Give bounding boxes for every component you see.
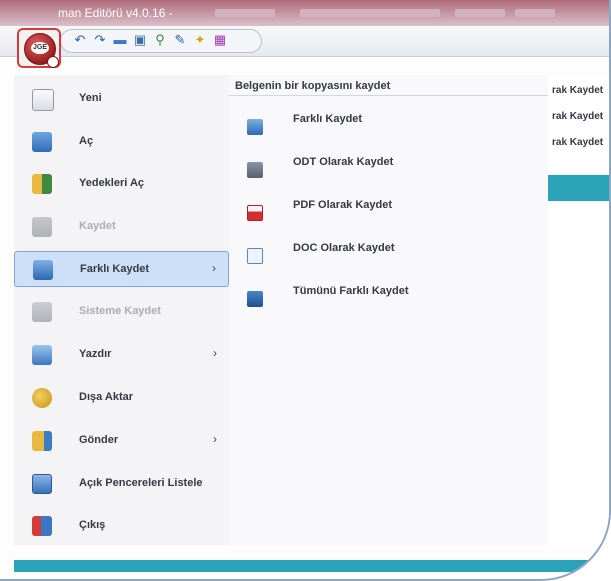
chevron-right-icon: › (212, 261, 216, 275)
menu-item-kaydet: Kaydet (14, 209, 229, 245)
submenu-item-label: Tümünü Farklı Kaydet (293, 285, 409, 297)
backup-icon (32, 174, 52, 194)
menu-item-disa-aktar[interactable]: Dışa Aktar (14, 380, 229, 416)
title-blur (300, 9, 440, 17)
export-icon (32, 388, 52, 408)
gear-icon (47, 56, 59, 68)
submenu-item-tumunu-farkli-kaydet[interactable]: Tümünü Farklı Kaydet (229, 277, 548, 315)
chevron-right-icon: › (213, 432, 217, 446)
odt-icon (247, 162, 263, 178)
chevron-right-icon: › (213, 346, 217, 360)
title-blur (215, 9, 275, 17)
save-as-icon (247, 119, 263, 135)
submenu-item-label: DOC Olarak Kaydet (293, 242, 395, 254)
undo-icon[interactable]: ↶ (72, 32, 88, 48)
toolbar: ↶ ↷ ▬ ▣ ⚲ ✎ ✦ ▦ (0, 26, 609, 57)
application-menu: Yeni Aç Yedekleri Aç Kaydet Farklı Kayde… (14, 75, 230, 545)
menu-item-label: Aç (79, 135, 94, 147)
menu-item-label: Yedekleri Aç (79, 177, 145, 189)
folder-icon[interactable]: ▬ (112, 32, 128, 48)
status-bar (14, 560, 609, 572)
save-as-icon (33, 260, 53, 280)
menu-item-label: Dışa Aktar (79, 391, 134, 403)
exit-icon (32, 516, 52, 536)
submenu-item-label: ODT Olarak Kaydet (293, 156, 394, 168)
save-icon[interactable]: ▣ (132, 32, 148, 48)
send-icon (32, 431, 52, 451)
plug-icon[interactable]: ⚲ (152, 32, 168, 48)
system-save-icon (32, 302, 52, 322)
background-row-label: rak Kaydet (552, 137, 604, 148)
doc-icon (247, 248, 263, 264)
windows-list-icon (32, 474, 52, 494)
submenu-item-label: Farklı Kaydet (293, 113, 363, 125)
menu-item-label: Kaydet (79, 220, 116, 232)
menu-item-ac[interactable]: Aç (14, 124, 229, 160)
submenu-item-farkli-kaydet[interactable]: Farklı Kaydet (229, 105, 548, 143)
menu-item-yazdir[interactable]: Yazdır › (14, 337, 229, 373)
pdf-icon (247, 205, 263, 221)
submenu-divider (229, 95, 548, 96)
menu-item-farkli-kaydet[interactable]: Farklı Kaydet › (14, 251, 229, 287)
title-blur (515, 9, 555, 17)
menu-item-cikis[interactable]: Çıkış (14, 508, 229, 544)
menu-item-label: Açık Pencereleri Listele (79, 477, 203, 489)
menu-item-label: Yeni (79, 92, 102, 104)
title-blur (455, 9, 505, 17)
save-all-icon (247, 291, 263, 307)
app-logo-icon: JGE (24, 33, 59, 68)
background-row-label: rak Kaydet (552, 85, 604, 96)
accent-bar (548, 175, 609, 201)
menu-item-gonder[interactable]: Gönder › (14, 423, 229, 459)
menu-item-label: Sisteme Kaydet (79, 305, 161, 317)
new-document-icon (32, 89, 54, 111)
logo-text: JGE (31, 42, 49, 54)
open-folder-icon (32, 132, 52, 152)
grid-icon[interactable]: ▦ (212, 32, 228, 48)
submenu-header: Belgenin bir kopyasını kaydet (235, 80, 391, 92)
menu-item-yeni[interactable]: Yeni (14, 81, 229, 117)
background-row-label: rak Kaydet (552, 111, 604, 122)
menu-item-sisteme-kaydet: Sisteme Kaydet (14, 294, 229, 330)
menu-item-label: Gönder (79, 434, 119, 446)
application-window: man Editörü v4.0.16 - ↶ ↷ ▬ ▣ ⚲ ✎ ✦ ▦ JG… (0, 0, 611, 581)
submenu-item-doc[interactable]: DOC Olarak Kaydet (229, 234, 548, 272)
printer-icon (32, 345, 52, 365)
submenu-item-label: PDF Olarak Kaydet (293, 199, 393, 211)
save-as-submenu: Belgenin bir kopyasını kaydet Farklı Kay… (229, 75, 548, 545)
save-icon (32, 217, 52, 237)
submenu-item-pdf[interactable]: PDF Olarak Kaydet (229, 191, 548, 229)
menu-item-label: Yazdır (79, 348, 112, 360)
menu-item-label: Farklı Kaydet (80, 263, 150, 275)
menu-item-acik-pencereleri-listele[interactable]: Açık Pencereleri Listele (14, 466, 229, 502)
submenu-item-odt[interactable]: ODT Olarak Kaydet (229, 148, 548, 186)
menu-item-yedekleri-ac[interactable]: Yedekleri Aç (14, 166, 229, 202)
edit-icon[interactable]: ✎ (172, 32, 188, 48)
menu-item-label: Çıkış (79, 519, 106, 531)
star-icon[interactable]: ✦ (192, 32, 208, 48)
background-document-panel: rak Kaydet rak Kaydet rak Kaydet (548, 75, 609, 545)
window-title: man Editörü v4.0.16 - (58, 6, 173, 20)
redo-icon[interactable]: ↷ (92, 32, 108, 48)
title-bar: man Editörü v4.0.16 - (0, 0, 609, 26)
application-menu-button[interactable]: JGE (17, 28, 61, 68)
